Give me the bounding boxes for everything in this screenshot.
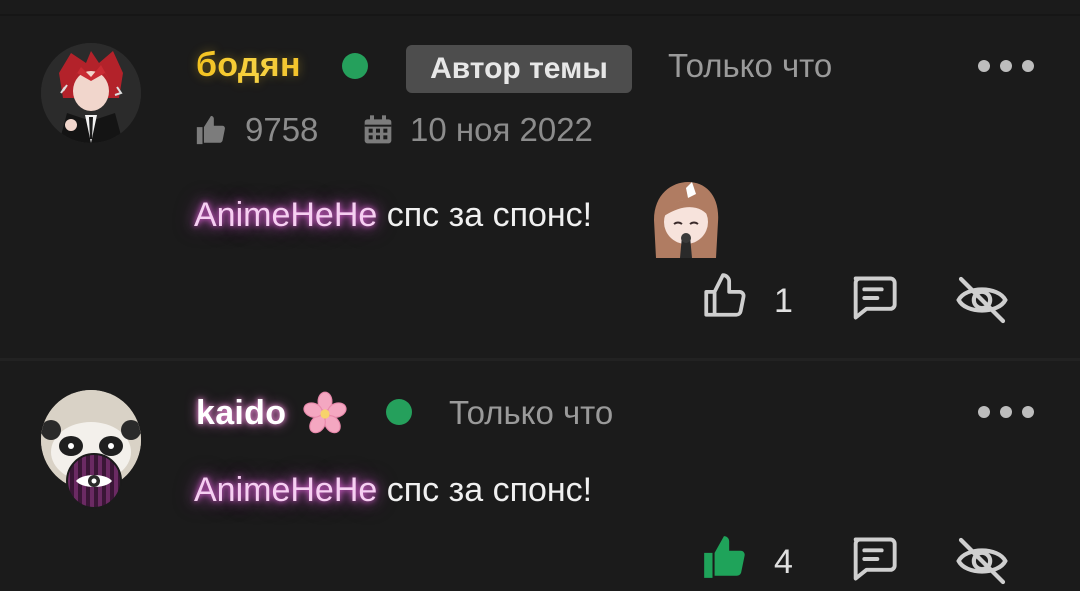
comment: kaido Только что AnimeHeHe спс за спонс! (0, 361, 1080, 591)
message-body: спс за спонс! (386, 471, 593, 509)
eye-icon (66, 453, 122, 509)
comment-text: AnimeHeHe спс за спонс! (194, 193, 592, 237)
thumbs-up-icon[interactable] (700, 531, 750, 583)
message-body: спс за спонс! (386, 196, 593, 234)
timestamp: Только что (449, 394, 614, 431)
more-icon[interactable] (978, 402, 1034, 422)
like-count: 1 (774, 282, 793, 320)
online-status-indicator (342, 53, 368, 79)
thumbs-up-icon (196, 115, 225, 145)
user-likes-count: 9758 (245, 111, 319, 148)
sticker-image (646, 180, 726, 258)
reply-icon[interactable] (846, 533, 900, 585)
avatar[interactable] (41, 43, 141, 143)
more-icon[interactable] (978, 56, 1034, 76)
thumbs-up-icon[interactable] (700, 270, 750, 322)
registration-date: 10 ноя 2022 (410, 111, 593, 148)
hide-icon[interactable] (952, 533, 1012, 589)
user-mention[interactable]: AnimeHeHe (194, 471, 377, 509)
author-badge: Автор темы (406, 45, 632, 93)
comment: бодян Автор темы Только что 9758 10 ноя (0, 0, 1080, 358)
calendar-icon (364, 115, 392, 144)
username[interactable]: бодян (196, 45, 301, 85)
comment-text: AnimeHeHe спс за спонс! (194, 468, 592, 512)
username[interactable]: kaido (196, 393, 286, 433)
hide-icon[interactable] (952, 272, 1012, 328)
user-mention[interactable]: AnimeHeHe (194, 196, 377, 234)
online-status-indicator (386, 399, 412, 425)
like-count: 4 (774, 543, 793, 581)
comment-feed: бодян Автор темы Только что 9758 10 ноя (0, 0, 1080, 591)
timestamp: Только что (668, 47, 833, 84)
sakura-icon (303, 391, 347, 434)
reply-icon[interactable] (846, 272, 900, 324)
